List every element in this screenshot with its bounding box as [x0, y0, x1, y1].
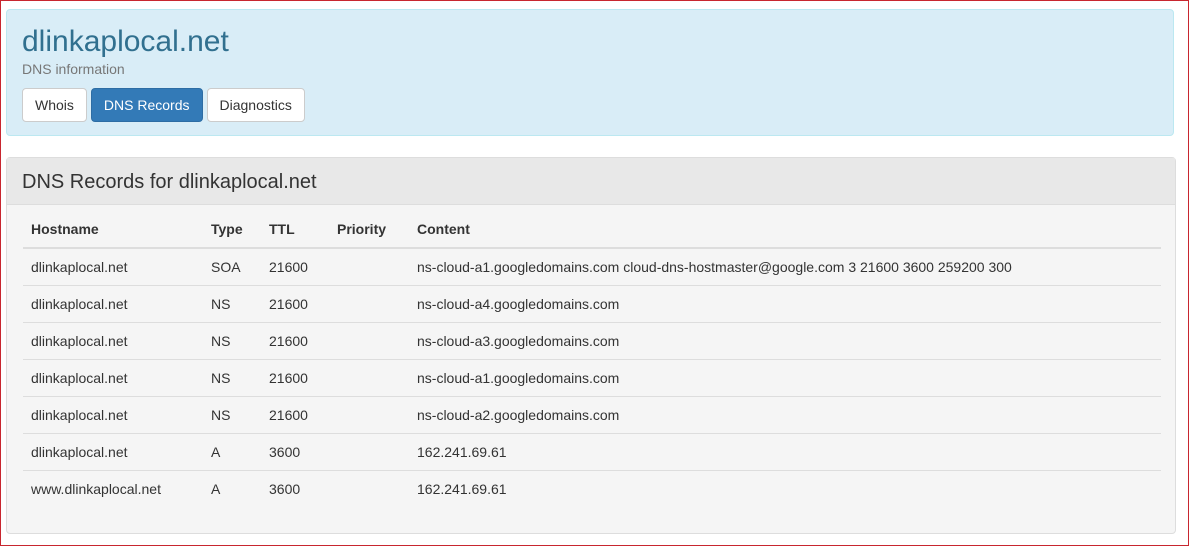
- cell-hostname: dlinkaplocal.net: [23, 359, 203, 397]
- table-row: dlinkaplocal.net SOA 21600 ns-cloud-a1.g…: [23, 248, 1161, 286]
- cell-hostname: dlinkaplocal.net: [31, 259, 128, 275]
- cell-hostname: dlinkaplocal.net: [23, 285, 203, 323]
- column-header-ttl: TTL: [261, 211, 329, 249]
- page-frame: dlinkaplocal.net DNS information Whois D…: [0, 0, 1189, 546]
- cell-content: ns-cloud-a2.googledomains.com: [409, 396, 1161, 434]
- cell-ttl: 3600: [261, 470, 329, 507]
- table-row: dlinkaplocal.net NS 21600 ns-cloud-a1.go…: [23, 359, 1161, 397]
- cell-type: NS: [203, 359, 261, 397]
- column-header-content: Content: [409, 211, 1161, 249]
- cell-ttl: 21600: [261, 322, 329, 360]
- cell-type: A: [203, 470, 261, 507]
- cell-priority: [329, 433, 409, 471]
- cell-ttl: 21600: [261, 396, 329, 434]
- dns-records-panel: DNS Records for dlinkaplocal.net Hostnam…: [6, 157, 1176, 534]
- cell-ttl: 21600: [261, 359, 329, 397]
- cell-content: 162.241.69.61: [409, 433, 1161, 471]
- cell-content: 162.241.69.61: [409, 470, 1161, 507]
- header-panel: dlinkaplocal.net DNS information Whois D…: [6, 9, 1174, 136]
- column-header-type: Type: [203, 211, 261, 249]
- site-title: dlinkaplocal.net: [22, 25, 229, 58]
- cell-hostname: dlinkaplocal.net: [23, 433, 203, 471]
- table-row: dlinkaplocal.net NS 21600 ns-cloud-a4.go…: [23, 285, 1161, 323]
- cell-priority: [329, 285, 409, 323]
- column-header-priority: Priority: [329, 211, 409, 249]
- dns-records-heading: DNS Records for dlinkaplocal.net: [7, 158, 1175, 205]
- cell-content: ns-cloud-a1.googledomains.com: [409, 359, 1161, 397]
- cell-type: NS: [203, 322, 261, 360]
- cell-hostname: dlinkaplocal.net: [23, 322, 203, 360]
- tab-dns-records[interactable]: DNS Records: [90, 88, 203, 122]
- cell-content: ns-cloud-a3.googledomains.com: [409, 322, 1161, 360]
- table-row: dlinkaplocal.net A 3600 162.241.69.61: [23, 433, 1161, 471]
- cell-ttl: 21600: [269, 259, 308, 275]
- cell-type: NS: [203, 396, 261, 434]
- cell-content: ns-cloud-a4.googledomains.com: [409, 285, 1161, 323]
- cell-type: A: [203, 433, 261, 471]
- cell-ttl: 21600: [261, 285, 329, 323]
- table-row: dlinkaplocal.net NS 21600 ns-cloud-a3.go…: [23, 322, 1161, 360]
- cell-priority: [329, 396, 409, 434]
- cell-type: SOA: [211, 259, 241, 275]
- cell-priority: [329, 248, 409, 286]
- cell-type: NS: [203, 285, 261, 323]
- tab-bar: Whois DNS Records Diagnostics: [22, 88, 305, 122]
- table-row: www.dlinkaplocal.net A 3600 162.241.69.6…: [23, 470, 1161, 507]
- cell-priority: [329, 359, 409, 397]
- site-subtitle: DNS information: [22, 61, 125, 77]
- table-row: dlinkaplocal.net NS 21600 ns-cloud-a2.go…: [23, 396, 1161, 434]
- tab-diagnostics[interactable]: Diagnostics: [206, 88, 305, 122]
- cell-priority: [329, 470, 409, 507]
- cell-priority: [329, 322, 409, 360]
- cell-ttl: 3600: [261, 433, 329, 471]
- dns-records-table: Hostname Type TTL Priority Content dlink…: [23, 211, 1161, 507]
- cell-content: ns-cloud-a1.googledomains.com cloud-dns-…: [417, 259, 1012, 275]
- cell-hostname: dlinkaplocal.net: [23, 396, 203, 434]
- tab-whois[interactable]: Whois: [22, 88, 87, 122]
- table-header-row: Hostname Type TTL Priority Content: [23, 211, 1161, 249]
- cell-hostname: www.dlinkaplocal.net: [23, 470, 203, 507]
- column-header-hostname: Hostname: [23, 211, 203, 249]
